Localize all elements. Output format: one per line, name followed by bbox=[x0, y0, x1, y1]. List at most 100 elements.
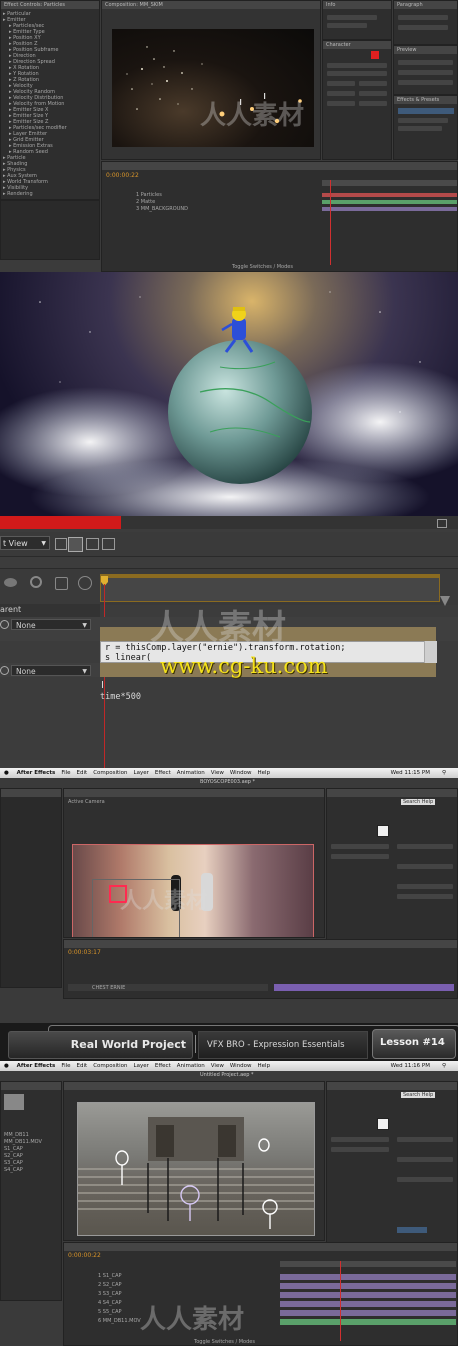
menu-item[interactable]: Edit bbox=[77, 1063, 88, 1069]
project-item[interactable]: S2_CAP bbox=[4, 1153, 60, 1160]
project-item[interactable]: MM_DB11 bbox=[4, 1132, 60, 1139]
project-item[interactable]: S3_CAP bbox=[4, 1160, 60, 1167]
playhead[interactable] bbox=[330, 180, 331, 265]
color-swatch[interactable] bbox=[377, 825, 389, 837]
layout-icon[interactable] bbox=[102, 538, 115, 550]
layer-bar[interactable] bbox=[280, 1292, 456, 1298]
work-area-bar[interactable] bbox=[100, 574, 440, 578]
menu-item[interactable]: Window bbox=[230, 1063, 252, 1069]
maximize-icon[interactable] bbox=[437, 519, 447, 528]
search-help[interactable]: Search Help bbox=[401, 799, 436, 805]
composition-title[interactable]: Composition: MM_SKIM bbox=[102, 1, 320, 9]
effects-presets-title[interactable]: Effects & Presets bbox=[394, 96, 457, 104]
scrollbar[interactable] bbox=[424, 641, 437, 663]
grid-toggle-icon[interactable] bbox=[55, 538, 67, 550]
stopwatch-icon[interactable] bbox=[78, 576, 92, 590]
info-title[interactable]: Info bbox=[323, 1, 391, 9]
playhead[interactable] bbox=[340, 1261, 341, 1341]
preview-title[interactable]: Preview bbox=[394, 46, 457, 54]
effect-controls-tab[interactable] bbox=[1, 789, 61, 797]
doc-title: Untitled Project.aep * bbox=[200, 1072, 254, 1078]
color-swatch[interactable] bbox=[377, 1118, 389, 1130]
workspace-tab[interactable] bbox=[327, 789, 457, 797]
red-label-bar bbox=[0, 516, 121, 529]
motion-blur-icon[interactable] bbox=[30, 576, 42, 588]
timeline-tabs[interactable] bbox=[64, 940, 457, 948]
screen-ae-particles: Effect Controls: Particles ▸ Particular ▸… bbox=[0, 0, 458, 272]
menu-item[interactable]: Window bbox=[230, 770, 252, 776]
layer-row[interactable]: 3 MM_BACKGROUND bbox=[106, 206, 316, 213]
selected-effect[interactable] bbox=[397, 1227, 427, 1233]
graph-editor-icon[interactable] bbox=[55, 577, 68, 590]
parent-dropdown-1[interactable]: None ▼ bbox=[11, 619, 91, 630]
layer-bar[interactable] bbox=[280, 1274, 456, 1280]
fill-color-swatch[interactable] bbox=[371, 51, 379, 59]
menu-item[interactable]: Composition bbox=[93, 770, 127, 776]
effect-highlight[interactable] bbox=[398, 108, 454, 114]
watermark: 人人素材 bbox=[200, 101, 305, 131]
composition-tab[interactable] bbox=[64, 1082, 324, 1090]
composition-tab[interactable] bbox=[64, 789, 324, 797]
menu-item[interactable]: After Effects bbox=[17, 1063, 56, 1069]
layer-row[interactable]: CHEST ERNIE bbox=[68, 984, 268, 991]
effect-controls-title[interactable]: Effect Controls: Particles bbox=[1, 1, 99, 9]
menu-item[interactable]: Animation bbox=[177, 770, 205, 776]
search-help[interactable]: Search Help bbox=[401, 1092, 436, 1098]
region-icon[interactable] bbox=[86, 538, 99, 550]
layer-bar[interactable] bbox=[280, 1283, 456, 1289]
menu-item[interactable]: Layer bbox=[134, 1063, 149, 1069]
brush-icon[interactable] bbox=[4, 578, 17, 587]
search-icon[interactable]: ⚲ bbox=[442, 1061, 446, 1071]
layer-bar[interactable] bbox=[274, 984, 454, 991]
expression-line-3[interactable]: time*500 bbox=[100, 692, 141, 702]
timeline-tabs[interactable] bbox=[64, 1243, 457, 1251]
menu-item[interactable]: Layer bbox=[134, 770, 149, 776]
snapshot-icon[interactable] bbox=[68, 537, 83, 552]
project-tab[interactable] bbox=[1, 1082, 61, 1090]
pickwhip-icon[interactable] bbox=[0, 620, 9, 629]
timecode[interactable]: 0:00:00:22 bbox=[106, 173, 139, 179]
track-bar-3[interactable] bbox=[322, 207, 457, 211]
menu-item[interactable]: After Effects bbox=[17, 770, 56, 776]
project-item[interactable]: S4_CAP bbox=[4, 1167, 60, 1174]
menu-item[interactable]: Effect bbox=[155, 770, 171, 776]
menu-item[interactable]: Composition bbox=[93, 1063, 127, 1069]
track-bar-1[interactable] bbox=[322, 193, 457, 197]
apple-icon[interactable]: ● bbox=[4, 1063, 9, 1069]
search-icon[interactable]: ⚲ bbox=[442, 768, 446, 778]
parent-dropdown-2[interactable]: None ▼ bbox=[11, 665, 91, 676]
layer-bar[interactable] bbox=[280, 1319, 456, 1325]
layer-name: CHEST ERNIE bbox=[92, 985, 126, 991]
apple-icon[interactable]: ● bbox=[4, 770, 9, 776]
layer-row[interactable]: 2 Matte bbox=[106, 199, 316, 206]
view-dropdown-label: t View bbox=[3, 539, 28, 548]
menu-item[interactable]: Help bbox=[258, 770, 271, 776]
pickwhip-icon[interactable] bbox=[0, 666, 9, 675]
workspace-tab[interactable] bbox=[327, 1082, 457, 1090]
menu-item[interactable]: File bbox=[61, 770, 70, 776]
video-frame[interactable] bbox=[77, 1102, 315, 1236]
character-title[interactable]: Character bbox=[323, 41, 391, 49]
menu-item[interactable]: Effect bbox=[155, 1063, 171, 1069]
timecode[interactable]: 0:00:00:22 bbox=[68, 1253, 101, 1259]
menu-item[interactable]: Help bbox=[258, 1063, 271, 1069]
view-dropdown[interactable]: t View ▼ bbox=[0, 536, 50, 550]
layer-bar[interactable] bbox=[280, 1310, 456, 1316]
layer-bar[interactable] bbox=[280, 1301, 456, 1307]
track-bar-2[interactable] bbox=[322, 200, 457, 204]
layer-row[interactable]: 2 S2_CAP bbox=[68, 1282, 278, 1291]
status-text: Toggle Switches / Modes bbox=[194, 1339, 255, 1345]
timecode[interactable]: 0:00:03:17 bbox=[68, 950, 101, 956]
menu-item[interactable]: View bbox=[211, 770, 224, 776]
menu-item[interactable]: Animation bbox=[177, 1063, 205, 1069]
project-item[interactable]: MM_DB11.MOV bbox=[4, 1139, 60, 1146]
timeline-tab[interactable] bbox=[102, 162, 457, 170]
menu-item[interactable]: View bbox=[211, 1063, 224, 1069]
menu-item[interactable]: Edit bbox=[77, 770, 88, 776]
menu-item[interactable]: File bbox=[61, 1063, 70, 1069]
paragraph-title[interactable]: Paragraph bbox=[394, 1, 457, 9]
layer-row[interactable]: 1 Particles bbox=[106, 192, 316, 199]
layer-row[interactable]: 1 S1_CAP bbox=[68, 1273, 278, 1282]
property-row[interactable]: ▸ Rendering bbox=[3, 191, 99, 197]
project-item[interactable]: S1_CAP bbox=[4, 1146, 60, 1153]
